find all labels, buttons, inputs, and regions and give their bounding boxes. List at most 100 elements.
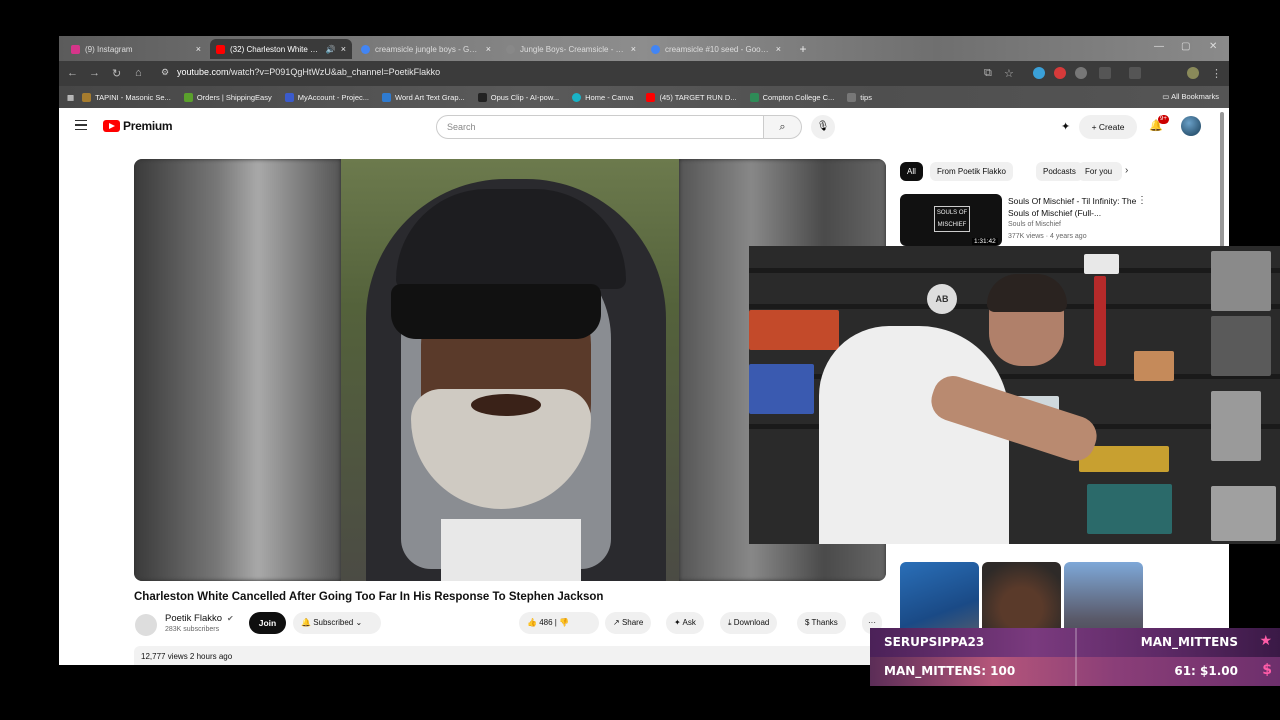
bell-icon: 🔔 — [301, 618, 314, 627]
recommendation-channel[interactable]: Souls of Mischief — [1008, 221, 1061, 228]
subscribed-button[interactable]: 🔔 Subscribed ⌄ — [293, 612, 381, 634]
forward-icon[interactable]: → — [89, 67, 100, 79]
like-dislike-button[interactable]: 👍 486 | 👎 — [519, 612, 599, 634]
profile-icon[interactable] — [1187, 67, 1199, 79]
tab-google-search-1[interactable]: creamsicle jungle boys - Googl × — [355, 39, 497, 59]
bookmark-item[interactable]: Orders | ShippingEasy — [183, 92, 272, 102]
views-date: 12,777 views 2 hours ago — [141, 652, 233, 661]
maximize-icon[interactable]: ▢ — [1181, 41, 1190, 52]
chevron-down-icon: ⌄ — [353, 618, 363, 627]
search-input[interactable]: Search — [436, 115, 764, 139]
close-icon[interactable]: × — [196, 44, 201, 54]
join-button[interactable]: Join — [249, 612, 286, 634]
speaker-icon[interactable]: 🔊 — [326, 45, 336, 54]
minimize-icon[interactable]: — — [1154, 41, 1164, 52]
google-icon — [361, 44, 370, 54]
google-icon — [651, 44, 660, 54]
tab-jungle-boys[interactable]: Jungle Boys- Creamsicle - Sup × — [500, 39, 642, 59]
white-bin — [1084, 254, 1119, 274]
youtube-logo[interactable]: Premium — [103, 119, 173, 133]
chip-podcasts[interactable]: Podcasts — [1036, 162, 1083, 181]
extension-icon[interactable] — [1033, 67, 1045, 79]
bookmark-icon — [183, 92, 193, 102]
cardboard-box — [1134, 351, 1174, 381]
tab-title: Jungle Boys- Creamsicle - Sup — [520, 44, 626, 54]
subscriber-count: 283K subscribers — [165, 626, 220, 633]
back-icon[interactable]: ← — [67, 67, 78, 79]
bookmark-item[interactable]: Compton College C... — [749, 92, 834, 102]
bookmark-icon — [477, 92, 487, 102]
star-icon[interactable]: ☆ — [1004, 67, 1014, 80]
all-bookmarks-button[interactable]: ▭ All Bookmarks — [1162, 92, 1219, 101]
bookmark-label: Word Art Text Grap... — [395, 92, 465, 102]
chip-for-you[interactable]: For you — [1078, 162, 1122, 181]
storage-bin — [1211, 486, 1276, 541]
youtube-play-icon — [103, 120, 120, 132]
notification-badge: 9+ — [1158, 115, 1169, 124]
chip-from-channel[interactable]: From Poetik Flakko — [930, 162, 1013, 181]
apps-icon[interactable]: ▦ — [67, 93, 74, 102]
tab-instagram[interactable]: (9) Instagram × — [65, 39, 207, 59]
create-button[interactable]: + Create — [1079, 115, 1137, 139]
bookmark-item[interactable]: tips — [847, 92, 872, 102]
extension-icon[interactable] — [1075, 67, 1087, 79]
install-icon[interactable]: ⧉ — [984, 67, 992, 80]
recommendation-title[interactable]: Souls Of Mischief - Til Infinity: The So… — [1008, 195, 1148, 219]
mouth — [471, 394, 541, 416]
bookmark-item[interactable]: MyAccount - Projec... — [284, 92, 369, 102]
share-button[interactable]: ↗ Share — [605, 612, 652, 634]
url-field[interactable]: youtube.com/watch?v=P091QgHtWzU&ab_chann… — [177, 67, 440, 77]
tab-bar: (9) Instagram × (32) Charleston White Ca… — [59, 36, 1229, 61]
channel-name[interactable]: Poetik Flakko — [165, 613, 222, 624]
bookmark-item[interactable]: (45) TARGET RUN D... — [646, 92, 737, 102]
chip-all[interactable]: All — [900, 162, 923, 181]
description-box[interactable] — [134, 646, 886, 665]
sidebar-icon[interactable] — [1129, 67, 1141, 79]
close-icon[interactable]: × — [486, 44, 491, 54]
thumbs-down-icon: | 👎 — [552, 618, 570, 627]
avatar[interactable] — [1181, 116, 1201, 136]
kebab-menu-icon[interactable]: ⋮ — [1137, 195, 1147, 206]
tab-title: creamsicle #10 seed - Google — [665, 44, 771, 54]
storage-bin — [1211, 391, 1261, 461]
voice-search-button[interactable]: 🎙 — [811, 115, 835, 139]
tab-google-search-2[interactable]: creamsicle #10 seed - Google × — [645, 39, 787, 59]
thanks-label: Thanks — [811, 618, 838, 627]
bookmark-item[interactable]: Word Art Text Grap... — [382, 92, 465, 102]
latest-follower: SERUPSIPPA23 — [884, 635, 985, 649]
hamburger-menu-icon[interactable] — [75, 120, 87, 130]
close-icon[interactable]: × — [776, 44, 781, 54]
new-tab-button[interactable]: + — [795, 41, 811, 57]
bookmark-item[interactable]: Home - Canva — [572, 92, 633, 102]
latest-subscriber: MAN_MITTENS — [1140, 635, 1238, 649]
reload-icon[interactable]: ↻ — [112, 67, 121, 80]
thanks-button[interactable]: $ Thanks — [797, 612, 846, 634]
bookmark-item[interactable]: Opus Clip - AI-pow... — [477, 92, 559, 102]
youtube-header: Premium Search ⌕ 🎙 ✦ + Create 🔔 9+ — [59, 108, 1229, 146]
instagram-icon — [71, 44, 80, 54]
share-icon: ↗ — [613, 618, 622, 627]
ask-button[interactable]: ✦ Ask — [666, 612, 704, 634]
window-close-icon[interactable]: ✕ — [1209, 41, 1217, 52]
puzzle-icon[interactable] — [1099, 67, 1111, 79]
chevron-right-icon[interactable]: › — [1125, 165, 1128, 176]
tab-youtube[interactable]: (32) Charleston White Canc 🔊 × — [210, 39, 352, 59]
bookmark-icon — [646, 92, 656, 102]
channel-avatar[interactable] — [135, 614, 157, 636]
close-icon[interactable]: × — [631, 44, 636, 54]
bookmarks-bar: ▦ TAPINI - Masonic Se... Orders | Shippi… — [59, 86, 1229, 108]
extension-icon[interactable] — [1054, 67, 1066, 79]
home-icon[interactable]: ⌂ — [135, 67, 142, 79]
video-duration: 1:31:42 — [972, 238, 998, 245]
bookmark-item[interactable]: TAPINI - Masonic Se... — [82, 92, 171, 102]
close-icon[interactable]: × — [341, 44, 346, 54]
star-icon: ★ — [1259, 633, 1272, 649]
cast-icon[interactable]: ✦ — [1061, 120, 1070, 133]
site-info-icon[interactable]: ⚙ — [161, 67, 169, 78]
orange-box — [749, 310, 839, 350]
kebab-menu-icon[interactable]: ⋮ — [1211, 67, 1222, 80]
dollar-icon: $ — [1262, 662, 1272, 678]
search-button[interactable]: ⌕ — [764, 115, 802, 139]
url-domain: youtube.com — [177, 67, 229, 77]
download-button[interactable]: ⤓ Download — [720, 612, 778, 634]
